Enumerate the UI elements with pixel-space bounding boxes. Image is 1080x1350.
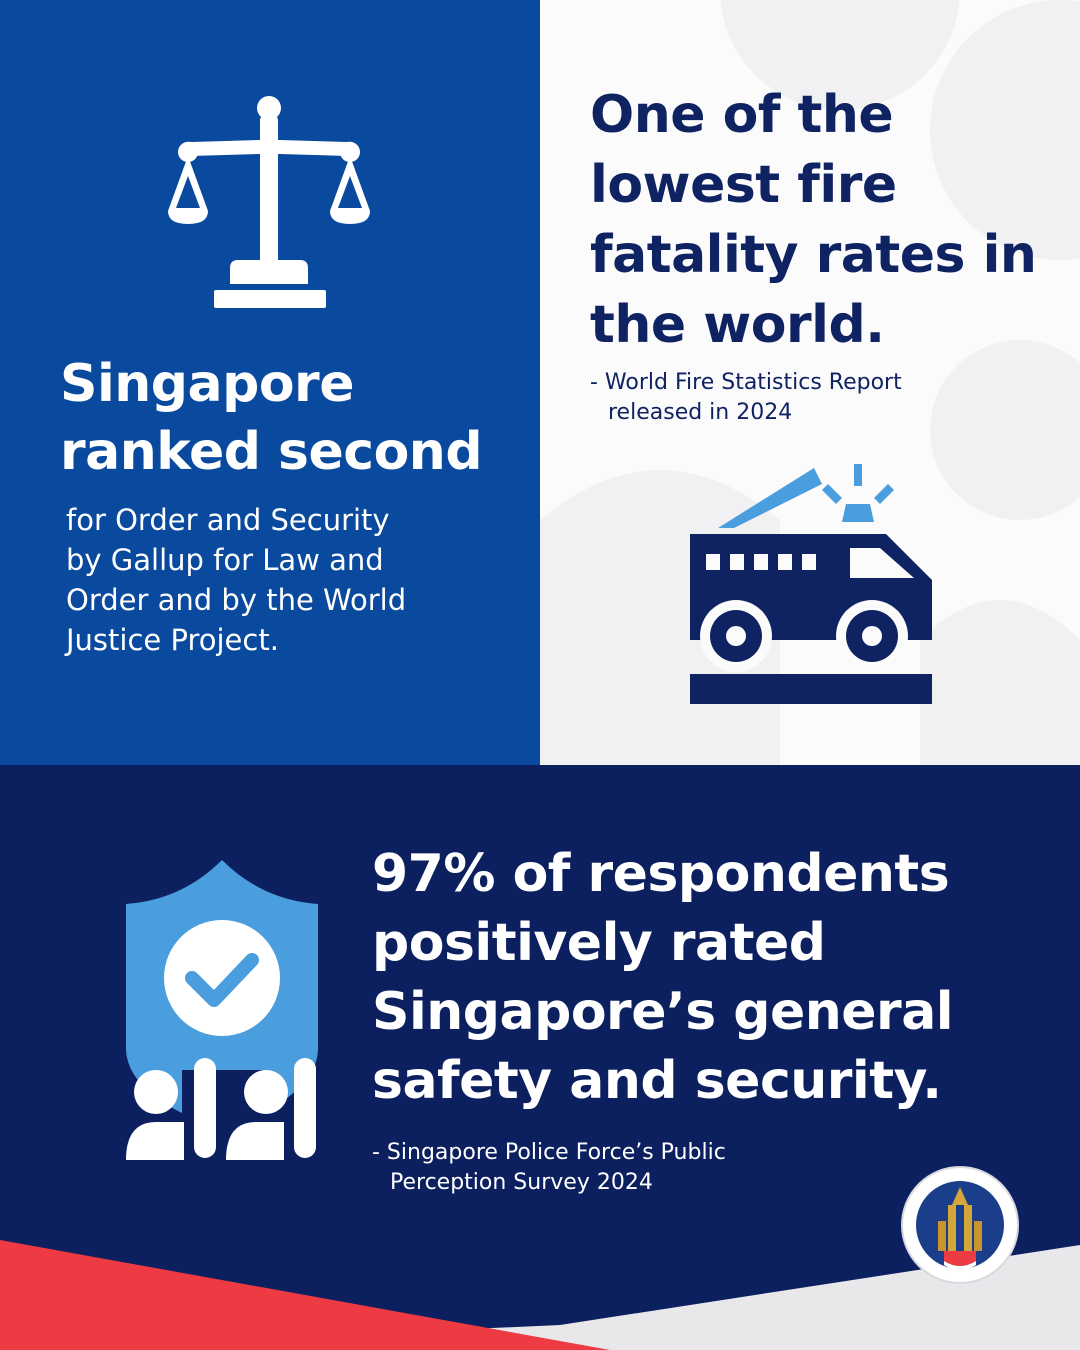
fire-safety-source: - World Fire Statistics Report released … — [590, 368, 970, 428]
scales-of-justice-icon — [168, 96, 372, 308]
headline-line: the world. — [590, 295, 885, 355]
public-perception-panel: 97% of respondents positively rated Sing… — [0, 765, 1080, 1350]
fire-truck-icon — [690, 462, 934, 706]
description-line: Order and by the World — [66, 583, 407, 617]
source-line: released in 2024 — [608, 400, 793, 425]
description-line: by Gallup for Law and — [66, 543, 384, 577]
fire-safety-headline: One of the lowest fire fatality rates in… — [590, 80, 1060, 360]
headline-line: lowest fire — [590, 155, 897, 215]
order-security-headline: Singapore ranked second — [60, 350, 483, 486]
headline-line: One of the — [590, 85, 894, 145]
mha-crest-icon — [900, 1165, 1020, 1285]
headline-line: fatality rates in — [590, 225, 1037, 285]
headline-line: ranked second — [60, 422, 483, 482]
description-line: for Order and Security — [66, 503, 390, 537]
description-line: Justice Project. — [66, 623, 279, 657]
fire-safety-panel: One of the lowest fire fatality rates in… — [540, 0, 1080, 765]
order-security-panel: Singapore ranked second for Order and Se… — [0, 0, 540, 765]
headline-line: Singapore — [60, 354, 354, 414]
order-security-description: for Order and Security by Gallup for Law… — [66, 500, 486, 660]
source-line: - World Fire Statistics Report — [590, 370, 902, 395]
